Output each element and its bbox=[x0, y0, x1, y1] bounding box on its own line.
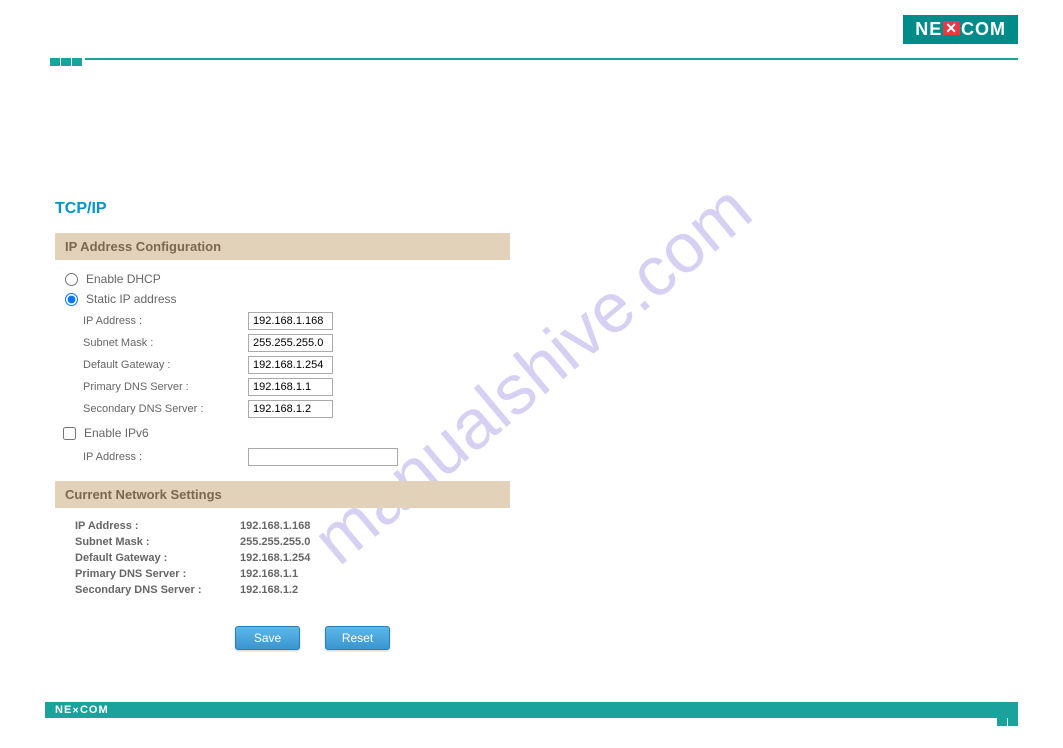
default-gateway-label: Default Gateway : bbox=[83, 359, 248, 371]
ipv6-address-input[interactable] bbox=[248, 448, 398, 466]
current-subnet-value: 255.255.255.0 bbox=[240, 536, 310, 548]
static-ip-label: Static IP address bbox=[86, 292, 177, 306]
dhcp-label: Enable DHCP bbox=[86, 272, 161, 286]
page-title: TCP/IP bbox=[55, 200, 575, 218]
current-gateway-value: 192.168.1.254 bbox=[240, 552, 310, 564]
static-ip-radio[interactable] bbox=[65, 293, 78, 306]
current-settings-header: Current Network Settings bbox=[55, 481, 510, 508]
top-border-decoration bbox=[50, 55, 1018, 63]
current-subnet-label: Subnet Mask : bbox=[75, 536, 240, 548]
enable-ipv6-label: Enable IPv6 bbox=[84, 426, 149, 440]
current-ip-value: 192.168.1.168 bbox=[240, 520, 310, 532]
current-primary-dns-label: Primary DNS Server : bbox=[75, 568, 240, 580]
current-ip-label: IP Address : bbox=[75, 520, 240, 532]
reset-button[interactable]: Reset bbox=[325, 626, 390, 650]
current-secondary-dns-value: 192.168.1.2 bbox=[240, 584, 298, 596]
secondary-dns-label: Secondary DNS Server : bbox=[83, 403, 248, 415]
brand-logo-bottom: NE✕COM bbox=[55, 704, 109, 716]
current-gateway-label: Default Gateway : bbox=[75, 552, 240, 564]
current-primary-dns-value: 192.168.1.1 bbox=[240, 568, 298, 580]
current-secondary-dns-label: Secondary DNS Server : bbox=[75, 584, 240, 596]
subnet-mask-input[interactable] bbox=[248, 334, 333, 352]
secondary-dns-input[interactable] bbox=[248, 400, 333, 418]
primary-dns-label: Primary DNS Server : bbox=[83, 381, 248, 393]
ipv6-address-label: IP Address : bbox=[83, 451, 248, 463]
dhcp-radio[interactable] bbox=[65, 273, 78, 286]
save-button[interactable]: Save bbox=[235, 626, 300, 650]
brand-logo-top: NE✕COM bbox=[903, 15, 1018, 44]
ip-address-label: IP Address : bbox=[83, 315, 248, 327]
primary-dns-input[interactable] bbox=[248, 378, 333, 396]
default-gateway-input[interactable] bbox=[248, 356, 333, 374]
ip-address-input[interactable] bbox=[248, 312, 333, 330]
ip-config-header: IP Address Configuration bbox=[55, 233, 510, 260]
subnet-mask-label: Subnet Mask : bbox=[83, 337, 248, 349]
footer-bar: NE✕COM bbox=[45, 702, 1018, 718]
enable-ipv6-checkbox[interactable] bbox=[63, 427, 76, 440]
